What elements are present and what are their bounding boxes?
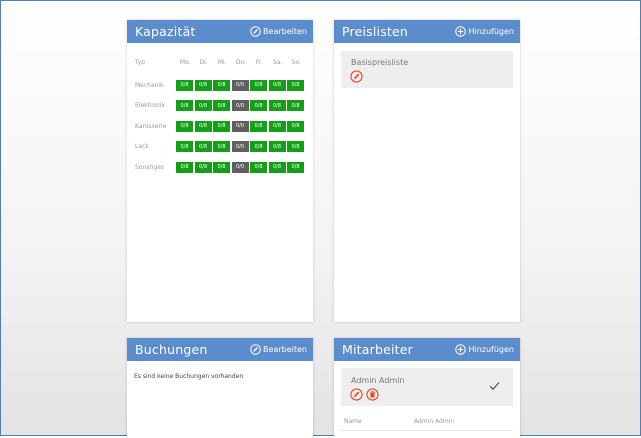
day-header: Mi. xyxy=(217,58,227,66)
detail-value-name: Admin Admin xyxy=(414,418,455,425)
capacity-cell[interactable]: 0/8 xyxy=(287,141,304,152)
row-label: Elektronik xyxy=(135,102,165,109)
capacity-cell[interactable]: 0/8 xyxy=(194,161,212,173)
capacity-cell[interactable]: 0/8 xyxy=(250,79,267,91)
capacity-cell[interactable]: 0/8 xyxy=(213,79,230,91)
day-header: Di. xyxy=(199,58,208,66)
day-header: Do. xyxy=(235,58,246,66)
pricelists-title: Preislisten xyxy=(342,24,409,39)
capacity-cell[interactable]: 0/8 xyxy=(176,161,193,173)
capacity-title: Kapazität xyxy=(135,24,196,39)
day-header: So. xyxy=(291,58,301,66)
capacity-cell[interactable]: 0/8 xyxy=(194,141,212,152)
employees-panel: Mitarbeiter Hinzufügen Admin Admin Name … xyxy=(334,338,520,438)
employee-name: Admin Admin xyxy=(351,376,405,385)
capacity-table: Typ Mo. Di. Mi. Do. Fr. Sa. So. Mechanik… xyxy=(135,56,306,182)
capacity-cell[interactable]: 0/8 xyxy=(194,100,212,111)
capacity-header: Kapazität Bearbeiten xyxy=(127,20,313,43)
pricelist-name: Basispreisliste xyxy=(351,58,409,67)
bookings-panel: Buchungen Bearbeiten Es sind keine Buchu… xyxy=(127,338,313,438)
plus-circle-icon xyxy=(455,344,467,355)
capacity-cell[interactable]: 0/8 xyxy=(268,79,286,91)
day-header: Sa. xyxy=(273,58,283,66)
capacity-cell[interactable]: 0/0 xyxy=(231,79,249,91)
row-label: Sonstiges xyxy=(135,163,165,171)
bookings-empty-message: Es sind keine Buchungen vorhanden xyxy=(134,373,244,380)
capacity-cell[interactable]: 0/8 xyxy=(250,141,267,152)
capacity-cell[interactable]: 0/8 xyxy=(287,120,304,132)
capacity-cell[interactable]: 0/0 xyxy=(231,100,249,111)
capacity-cell[interactable]: 0/8 xyxy=(176,120,193,132)
capacity-cell[interactable]: 0/8 xyxy=(176,141,193,152)
pricelist-card[interactable]: Basispreisliste xyxy=(341,51,513,88)
capacity-cell[interactable]: 0/8 xyxy=(287,100,304,111)
capacity-table-header: Typ Mo. Di. Mi. Do. Fr. Sa. So. xyxy=(135,56,306,68)
capacity-panel: Kapazität Bearbeiten Typ Mo. Di. Mi. Do.… xyxy=(127,20,313,322)
capacity-cell[interactable]: 0/8 xyxy=(268,141,286,152)
plus-circle-icon xyxy=(455,26,467,37)
pricelist-add-label: Hinzufügen xyxy=(468,27,514,36)
bookings-header: Buchungen Bearbeiten xyxy=(127,338,313,361)
window-frame xyxy=(0,0,641,436)
check-icon xyxy=(489,381,500,391)
day-header: Mo. xyxy=(179,58,191,66)
capacity-row: Mechanik 0/8 0/8 0/8 0/0 0/8 0/8 0/8 xyxy=(135,79,306,91)
pricelist-add-button[interactable]: Hinzufügen xyxy=(455,26,514,37)
row-label: Mechanik xyxy=(135,81,164,89)
employees-header: Mitarbeiter Hinzufügen xyxy=(334,338,520,361)
employee-add-button[interactable]: Hinzufügen xyxy=(455,344,514,355)
day-header: Fr. xyxy=(255,58,263,66)
capacity-cell[interactable]: 0/8 xyxy=(268,161,286,173)
capacity-cell[interactable]: 0/0 xyxy=(231,161,249,173)
capacity-cell[interactable]: 0/8 xyxy=(213,120,230,132)
employees-title: Mitarbeiter xyxy=(342,342,413,357)
capacity-cell[interactable]: 0/8 xyxy=(250,161,267,173)
capacity-cell[interactable]: 0/8 xyxy=(250,100,267,111)
capacity-cell[interactable]: 0/8 xyxy=(194,79,212,91)
capacity-row: Lack 0/8 0/8 0/8 0/0 0/8 0/8 0/8 xyxy=(135,141,306,153)
capacity-cell[interactable]: 0/8 xyxy=(194,120,212,132)
employee-card[interactable]: Admin Admin xyxy=(341,368,513,406)
capacity-cell[interactable]: 0/8 xyxy=(176,100,193,111)
capacity-cell[interactable]: 0/8 xyxy=(213,100,230,111)
capacity-cell[interactable]: 0/8 xyxy=(213,141,230,152)
capacity-cell[interactable]: 0/8 xyxy=(176,79,193,91)
edit-circle-icon xyxy=(250,344,261,355)
employee-add-label: Hinzufügen xyxy=(468,345,514,354)
capacity-edit-button[interactable]: Bearbeiten xyxy=(250,26,307,37)
edit-icon[interactable] xyxy=(350,70,363,83)
capacity-cell[interactable]: 0/8 xyxy=(250,120,267,132)
capacity-edit-label: Bearbeiten xyxy=(263,27,307,36)
detail-separator xyxy=(341,430,513,431)
col-type-header: Typ xyxy=(135,58,146,66)
row-label: Karosserie xyxy=(135,122,167,130)
capacity-cell[interactable]: 0/0 xyxy=(231,120,249,132)
capacity-cell[interactable]: 0/8 xyxy=(287,161,304,173)
capacity-cell[interactable]: 0/8 xyxy=(268,120,286,132)
edit-icon[interactable] xyxy=(350,388,363,401)
edit-circle-icon xyxy=(250,26,261,37)
bookings-edit-button[interactable]: Bearbeiten xyxy=(250,344,307,355)
capacity-cell[interactable]: 0/0 xyxy=(231,141,249,152)
pricelists-panel: Preislisten Hinzufügen Basispreisliste xyxy=(334,20,520,322)
detail-label-name: Name xyxy=(344,418,362,425)
capacity-row: Elektronik 0/8 0/8 0/8 0/0 0/8 0/8 0/8 xyxy=(135,100,306,112)
row-label: Lack xyxy=(135,143,149,150)
capacity-row: Sonstiges 0/8 0/8 0/8 0/0 0/8 0/8 0/8 xyxy=(135,161,306,173)
capacity-cell[interactable]: 0/8 xyxy=(213,161,230,173)
delete-icon[interactable] xyxy=(366,388,379,401)
bookings-edit-label: Bearbeiten xyxy=(263,345,307,354)
pricelists-header: Preislisten Hinzufügen xyxy=(334,20,520,43)
capacity-cell[interactable]: 0/8 xyxy=(287,79,304,91)
bookings-title: Buchungen xyxy=(135,342,208,357)
capacity-row: Karosserie 0/8 0/8 0/8 0/0 0/8 0/8 0/8 xyxy=(135,120,306,132)
capacity-cell[interactable]: 0/8 xyxy=(268,100,286,111)
